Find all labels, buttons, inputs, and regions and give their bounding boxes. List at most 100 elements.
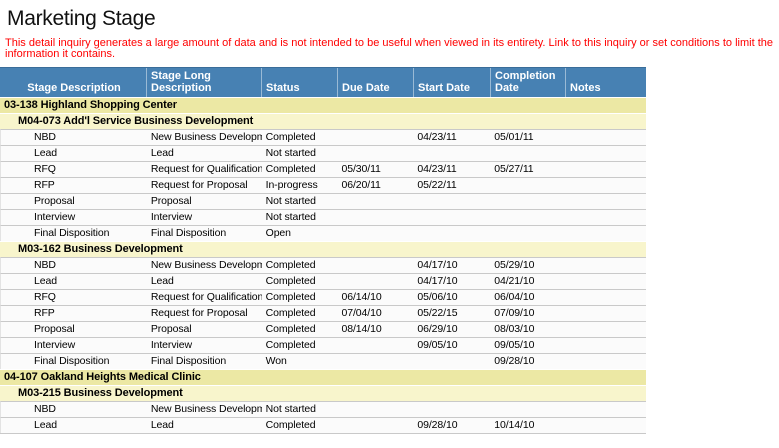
cell-status: Completed xyxy=(262,418,338,433)
cell-stage-description: Final Disposition xyxy=(1,354,147,369)
table-row: Final DispositionFinal DispositionWon09/… xyxy=(0,353,646,369)
column-header-stage-description: Stage Description xyxy=(0,68,146,97)
table-row: NBDNew Business DevelopmNot started xyxy=(0,401,646,417)
table-row: RFQRequest for QualificationCompleted05/… xyxy=(0,161,646,177)
cell-status: Completed xyxy=(262,338,338,353)
table-row: InterviewInterviewNot started xyxy=(0,209,646,225)
table-row: ProposalProposalCompleted08/14/1006/29/1… xyxy=(0,321,646,337)
cell-due-date xyxy=(338,226,414,241)
cell-stage-long-description: New Business Developm xyxy=(147,130,262,145)
cell-due-date xyxy=(338,258,414,273)
cell-stage-long-description: Final Disposition xyxy=(147,354,262,369)
cell-start-date xyxy=(413,194,490,209)
cell-start-date xyxy=(413,402,490,417)
cell-start-date: 04/17/10 xyxy=(413,274,490,289)
cell-completion-date xyxy=(490,194,565,209)
report-page: { "page": { "title": "Marketing Stage", … xyxy=(0,7,779,448)
cell-completion-date: 05/29/10 xyxy=(490,258,565,273)
cell-status: Completed xyxy=(262,306,338,321)
cell-start-date: 04/23/11 xyxy=(413,162,490,177)
cell-start-date xyxy=(413,210,490,225)
table-row: LeadLeadCompleted09/28/1010/14/10 xyxy=(0,417,646,433)
cell-due-date: 05/30/11 xyxy=(338,162,414,177)
cell-stage-description: Interview xyxy=(1,210,147,225)
cell-notes xyxy=(565,194,646,209)
table-row: NBDNew Business DevelopmCompleted04/23/1… xyxy=(0,129,646,145)
cell-start-date xyxy=(413,226,490,241)
cell-stage-description: NBD xyxy=(1,130,147,145)
cell-notes xyxy=(565,402,646,417)
table-row: InterviewInterviewCompleted09/05/1009/05… xyxy=(0,337,646,353)
cell-due-date: 06/14/10 xyxy=(338,290,414,305)
cell-due-date xyxy=(338,210,414,225)
cell-status: Not started xyxy=(262,194,338,209)
cell-status: Completed xyxy=(262,162,338,177)
column-header-notes: Notes xyxy=(565,68,646,97)
column-header-due-date: Due Date xyxy=(337,68,413,97)
cell-stage-description: RFQ xyxy=(1,290,147,305)
phase-group-row: M03-215 Business Development xyxy=(0,385,646,401)
cell-status: Completed xyxy=(262,130,338,145)
cell-stage-long-description: Lead xyxy=(147,418,262,433)
cell-status: Open xyxy=(262,226,338,241)
cell-notes xyxy=(565,418,646,433)
table-body: 03-138 Highland Shopping CenterM04-073 A… xyxy=(0,97,646,433)
cell-stage-long-description: Lead xyxy=(147,146,262,161)
cell-stage-description: NBD xyxy=(1,258,147,273)
cell-start-date: 05/22/15 xyxy=(413,306,490,321)
cell-due-date xyxy=(338,146,414,161)
cell-completion-date: 09/05/10 xyxy=(490,338,565,353)
cell-stage-description: Proposal xyxy=(1,194,147,209)
cell-notes xyxy=(565,338,646,353)
cell-status: Not started xyxy=(262,402,338,417)
cell-status: In-progress xyxy=(262,178,338,193)
column-header-status: Status xyxy=(261,68,337,97)
cell-start-date: 05/06/10 xyxy=(413,290,490,305)
warning-text: This detail inquiry generates a large am… xyxy=(5,38,773,60)
cell-stage-long-description: Interview xyxy=(147,338,262,353)
cell-notes xyxy=(565,306,646,321)
cell-completion-date xyxy=(490,226,565,241)
cell-stage-long-description: Proposal xyxy=(147,322,262,337)
cell-notes xyxy=(565,258,646,273)
table-row: ProposalProposalNot started xyxy=(0,193,646,209)
cell-completion-date: 04/21/10 xyxy=(490,274,565,289)
cell-stage-long-description: Interview xyxy=(147,210,262,225)
cell-stage-description: RFQ xyxy=(1,162,147,177)
cell-stage-long-description: Final Disposition xyxy=(147,226,262,241)
cell-stage-long-description: Request for Proposal xyxy=(147,178,262,193)
phase-group-row: M04-073 Add'l Service Business Developme… xyxy=(0,113,646,129)
marketing-stage-table: Stage DescriptionStage Long DescriptionS… xyxy=(0,67,646,434)
cell-start-date: 06/29/10 xyxy=(413,322,490,337)
cell-status: Completed xyxy=(262,322,338,337)
cell-stage-long-description: New Business Developm xyxy=(147,258,262,273)
cell-completion-date xyxy=(490,210,565,225)
cell-stage-description: Lead xyxy=(1,418,147,433)
cell-start-date: 04/17/10 xyxy=(413,258,490,273)
cell-completion-date xyxy=(490,402,565,417)
cell-stage-description: Final Disposition xyxy=(1,226,147,241)
table-row: RFQRequest for QualificationCompleted06/… xyxy=(0,289,646,305)
cell-completion-date xyxy=(490,146,565,161)
cell-start-date: 05/22/11 xyxy=(413,178,490,193)
cell-completion-date: 09/28/10 xyxy=(490,354,565,369)
cell-due-date xyxy=(338,130,414,145)
cell-completion-date xyxy=(490,178,565,193)
cell-completion-date: 05/27/11 xyxy=(490,162,565,177)
cell-notes xyxy=(565,146,646,161)
cell-status: Won xyxy=(262,354,338,369)
cell-stage-long-description: Proposal xyxy=(147,194,262,209)
cell-due-date xyxy=(338,402,414,417)
table-row: RFPRequest for ProposalCompleted07/04/10… xyxy=(0,305,646,321)
cell-status: Not started xyxy=(262,210,338,225)
column-header-stage-long-description: Stage Long Description xyxy=(146,68,261,97)
cell-notes xyxy=(565,226,646,241)
cell-stage-long-description: Request for Qualification xyxy=(147,290,262,305)
column-header-start-date: Start Date xyxy=(413,68,490,97)
cell-stage-description: NBD xyxy=(1,402,147,417)
table-row: RFPRequest for ProposalIn-progress06/20/… xyxy=(0,177,646,193)
cell-status: Completed xyxy=(262,274,338,289)
cell-due-date xyxy=(338,194,414,209)
cell-notes xyxy=(565,274,646,289)
cell-stage-description: Lead xyxy=(1,146,147,161)
